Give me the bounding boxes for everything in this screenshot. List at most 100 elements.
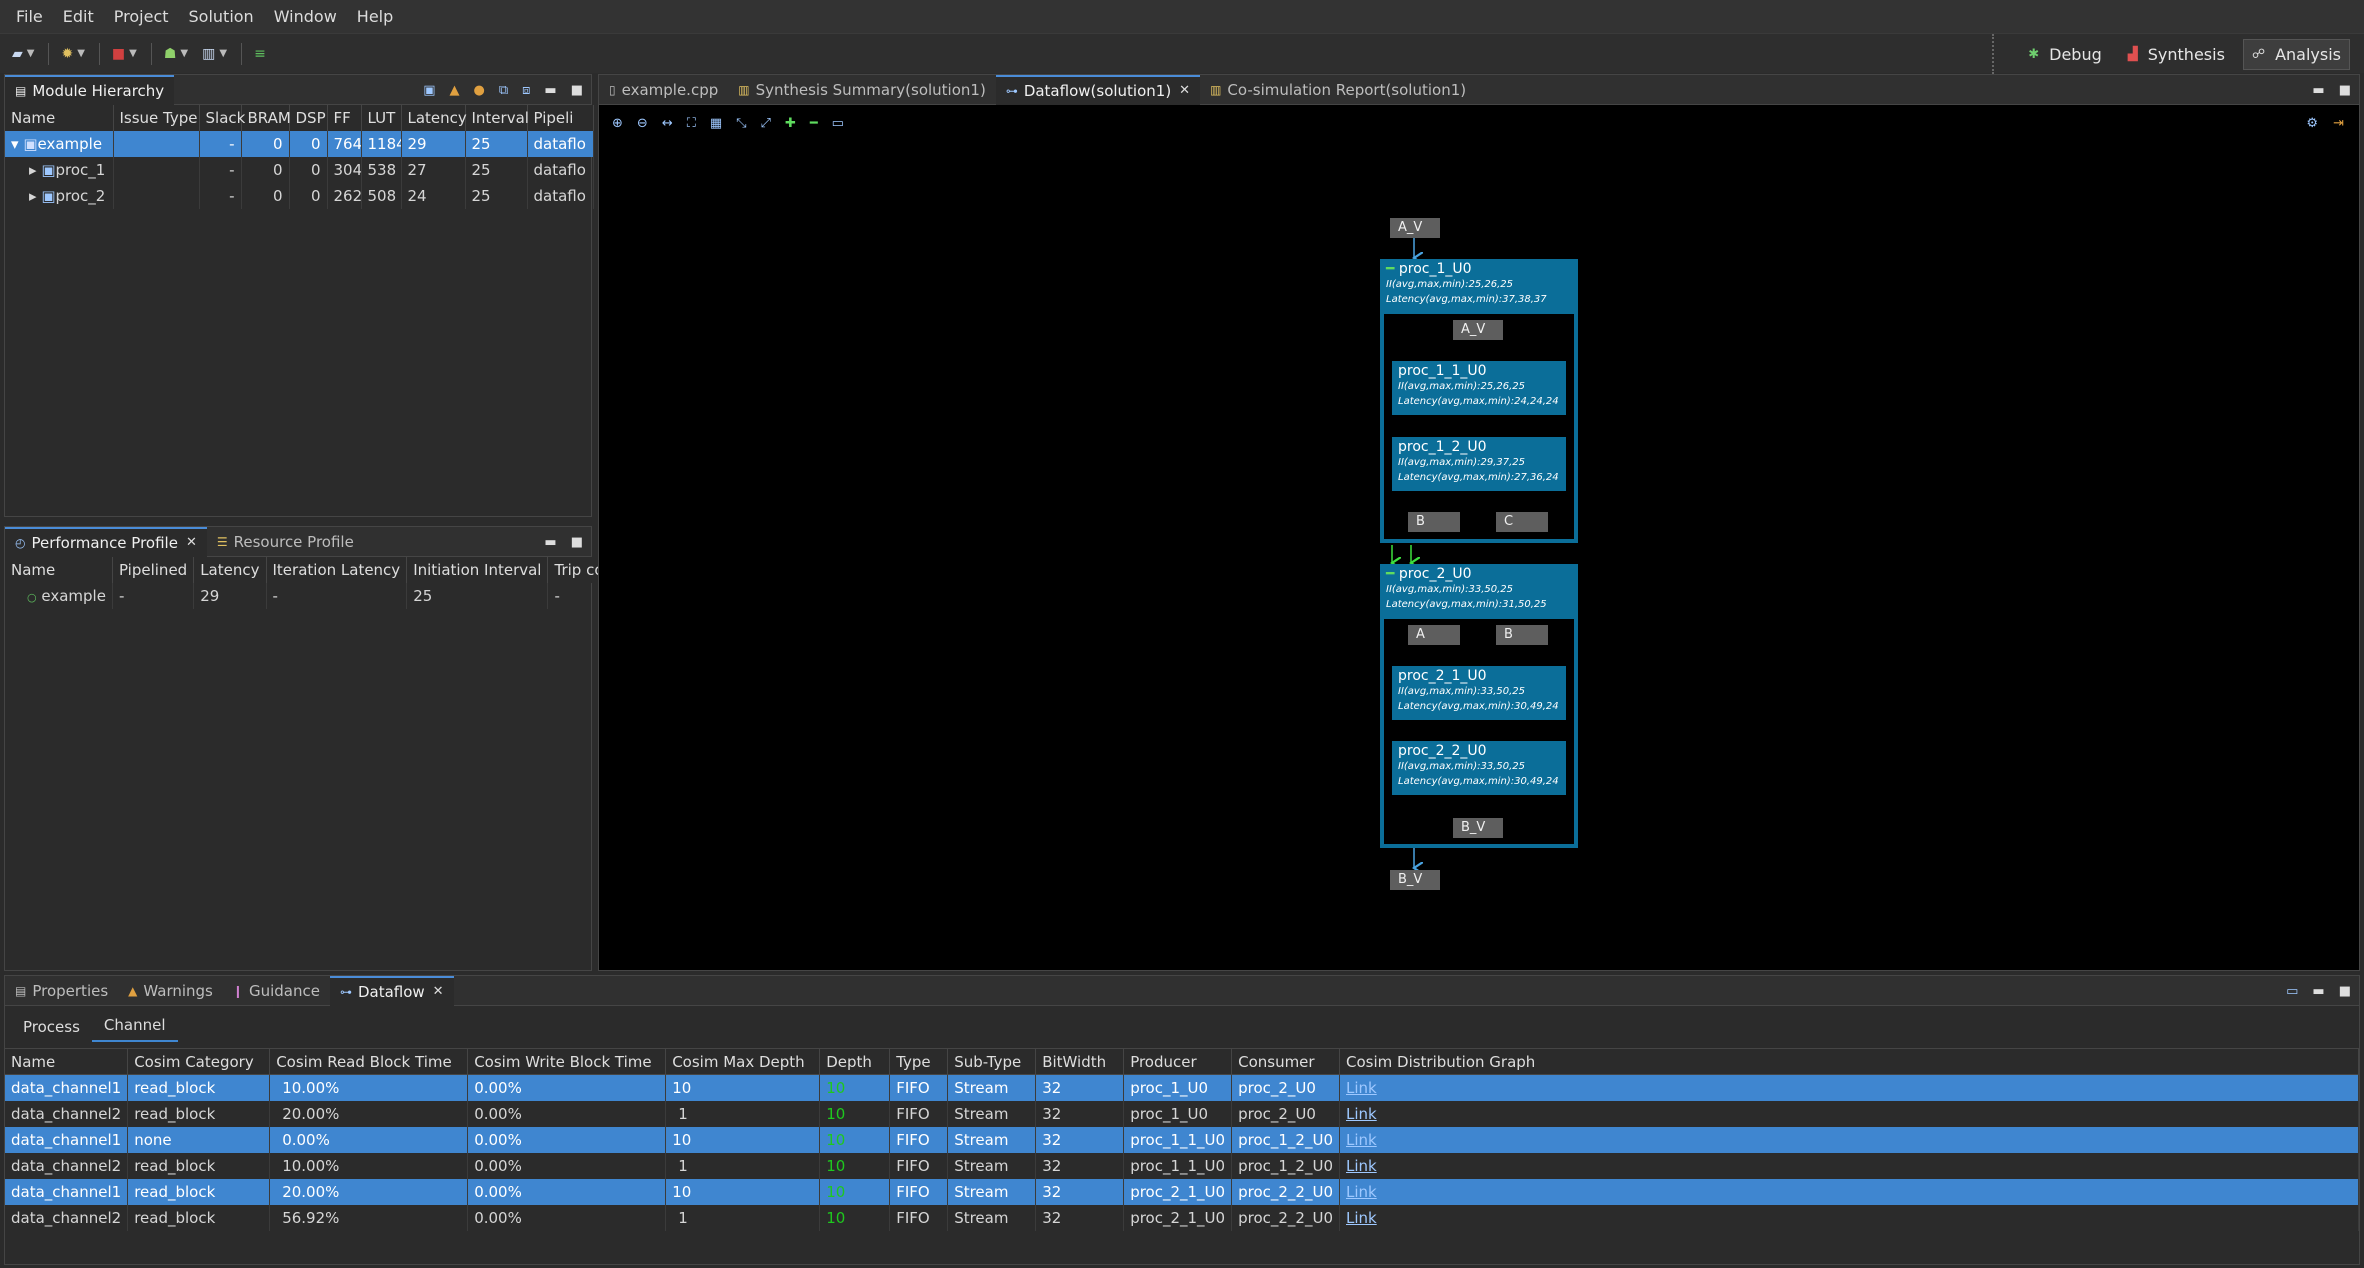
restore-icon[interactable]: ▭ [2286,984,2298,999]
tab-warnings[interactable]: ▲ Warnings [118,976,223,1006]
table-row[interactable]: data_channel2 read_block 10.00% 0.00% 1 10 FIF… [5,1152,2359,1179]
compare-reports-button[interactable]: ▥ ▼ [202,46,227,62]
zoom-out-icon[interactable]: ⊖ [637,116,648,131]
table-row[interactable]: data_channel2 read_block 20.00% 0.00% 1 10 FIF… [5,1100,2359,1127]
menu-solution[interactable]: Solution [179,7,264,26]
process-block-proc-1-2-u0[interactable]: proc_1_2_U0 II(avg,max,min):29,37,25 Lat… [1392,437,1566,491]
settings-icon[interactable]: ⚙ [2306,116,2318,131]
tab-performance-profile[interactable]: ◴ Performance Profile ✕ [5,526,207,557]
new-project-button[interactable]: ▰ ▼ [12,46,34,62]
tab-module-hierarchy[interactable]: ▤ Module Hierarchy [5,74,175,105]
table-row[interactable]: data_channel2 read_block 56.92% 0.00% 1 10 FIF… [5,1204,2359,1231]
menu-edit[interactable]: Edit [53,7,104,26]
col-interval[interactable]: Interval [465,105,529,131]
col-initiation-interval[interactable]: Initiation Interval [406,557,549,583]
maximize-icon[interactable]: ■ [571,83,583,98]
perspective-synthesis[interactable]: ▟ Synthesis [2120,40,2233,69]
open-wave-button[interactable]: ≡ [254,46,266,62]
col-pipelined[interactable]: Pipelined [112,557,195,583]
menu-file[interactable]: File [6,7,53,26]
expand-all-icon[interactable]: ⧉ [499,83,508,98]
table-row[interactable]: data_channel1 read_block 20.00% 0.00% 10 10 FI… [5,1178,2359,1205]
menu-project[interactable]: Project [104,7,179,26]
distribution-graph-link[interactable]: Link [1346,1183,1377,1201]
close-icon[interactable]: ✕ [186,535,197,550]
col-consumer[interactable]: Consumer [1231,1048,1340,1075]
subtab-channel[interactable]: Channel [91,1016,178,1042]
table-row[interactable]: ○ example - 29 - 25 - [5,583,636,609]
col-latency[interactable]: Latency [401,105,467,131]
expand-arrow-icon[interactable]: ▸ [29,187,37,205]
table-row[interactable]: ▸ ▣proc_2 - 0 0 262 508 24 25 dataflo [5,183,594,209]
col-dsp[interactable]: DSP [289,105,328,131]
distribution-graph-link[interactable]: Link [1346,1105,1377,1123]
port-node-a-v[interactable]: A_V [1390,218,1440,238]
route-icon[interactable]: ⤡ [736,116,746,131]
expand-icon[interactable]: ⤢ [761,116,771,131]
table-row[interactable]: ▸ ▣proc_1 - 0 0 304 538 27 25 dataflo [5,157,594,183]
distribution-graph-link[interactable]: Link [1346,1079,1377,1097]
col-bram[interactable]: BRAM [241,105,291,131]
expand-arrow-icon[interactable]: ▾ [11,135,19,153]
col-name[interactable]: Name [5,1048,129,1075]
layout-icon[interactable]: ▦ [710,116,722,131]
collapse-icon[interactable]: ━ [1386,566,1394,582]
tab-guidance[interactable]: ❙ Guidance [223,976,330,1006]
tab-dataflow[interactable]: ⊶ Dataflow(solution1) ✕ [995,74,1201,105]
fit-page-icon[interactable]: ⛶ [687,116,696,131]
col-pipeline[interactable]: Pipeli [527,105,594,131]
maximize-icon[interactable]: ■ [571,535,583,550]
col-ff[interactable]: FF [327,105,362,131]
col-type[interactable]: Type [889,1048,949,1075]
tab-example-cpp[interactable]: ▯ example.cpp [599,75,728,105]
port-node-b[interactable]: B [1496,625,1548,645]
tab-resource-profile[interactable]: ☰ Resource Profile [207,527,364,557]
port-node-c[interactable]: C [1496,512,1548,532]
col-cosim-write-block-time[interactable]: Cosim Write Block Time [467,1048,667,1075]
minimize-icon[interactable]: ▬ [2312,83,2324,98]
col-cosim-read-block-time[interactable]: Cosim Read Block Time [269,1048,469,1075]
col-lut[interactable]: LUT [361,105,402,131]
fit-width-icon[interactable]: ↔ [662,116,673,131]
col-slack[interactable]: Slack [199,105,245,131]
stop-button[interactable]: ■ ▼ [112,46,137,62]
minus-icon[interactable]: ━ [810,116,818,131]
subtab-process[interactable]: Process [11,1018,92,1042]
resource-filter-icon[interactable]: ● [473,83,484,98]
col-producer[interactable]: Producer [1123,1048,1233,1075]
tab-properties[interactable]: ▤ Properties [5,976,118,1006]
col-bitwidth[interactable]: BitWidth [1035,1048,1125,1075]
col-cosim-category[interactable]: Cosim Category [127,1048,271,1075]
table-row[interactable]: data_channel1 read_block 10.00% 0.00% 10 10 FI… [5,1074,2359,1101]
tab-cosim-report[interactable]: ▥ Co-simulation Report(solution1) [1200,75,1476,105]
col-name[interactable]: Name [5,557,113,583]
collapse-icon[interactable]: ━ [1386,261,1394,277]
col-issue-type[interactable]: Issue Type [113,105,200,131]
distribution-graph-link[interactable]: Link [1346,1131,1377,1149]
distribution-graph-link[interactable]: Link [1346,1157,1377,1175]
collapse-all-icon[interactable]: ⧈ [522,83,530,98]
menu-window[interactable]: Window [264,7,347,26]
table-row[interactable]: data_channel1 none 0.00% 0.00% 10 10 FIFO Strea… [5,1126,2359,1153]
schematic-icon[interactable]: ▣ [423,83,435,98]
col-depth[interactable]: Depth [819,1048,891,1075]
export-icon[interactable]: ▭ [832,116,844,131]
perspective-debug[interactable]: ✱ Debug [2020,40,2110,69]
col-latency[interactable]: Latency [193,557,267,583]
col-cosim-max-depth[interactable]: Cosim Max Depth [665,1048,821,1075]
minimize-icon[interactable]: ▬ [544,83,556,98]
run-csim-button[interactable]: ✹ ▼ [61,46,84,62]
process-block-proc-2-1-u0[interactable]: proc_2_1_U0 II(avg,max,min):33,50,25 Lat… [1392,666,1566,720]
port-node-b-v[interactable]: B_V [1453,818,1503,838]
distribution-graph-link[interactable]: Link [1346,1209,1377,1227]
minimize-icon[interactable]: ▬ [2312,984,2324,999]
warning-filter-icon[interactable]: ▲ [449,83,459,98]
col-iteration-latency[interactable]: Iteration Latency [266,557,408,583]
close-icon[interactable]: ✕ [1179,83,1190,98]
cosim-button[interactable]: ☗ ▼ [164,46,188,62]
port-node-b[interactable]: B [1408,512,1460,532]
process-block-proc-1-u0[interactable]: ━ proc_1_U0 II(avg,max,min):25,26,25 Lat… [1380,259,1578,314]
process-block-proc-2-u0[interactable]: ━ proc_2_U0 II(avg,max,min):33,50,25 Lat… [1380,564,1578,619]
zoom-in-icon[interactable]: ⊕ [612,116,623,131]
port-node-a-v[interactable]: A_V [1453,320,1503,340]
